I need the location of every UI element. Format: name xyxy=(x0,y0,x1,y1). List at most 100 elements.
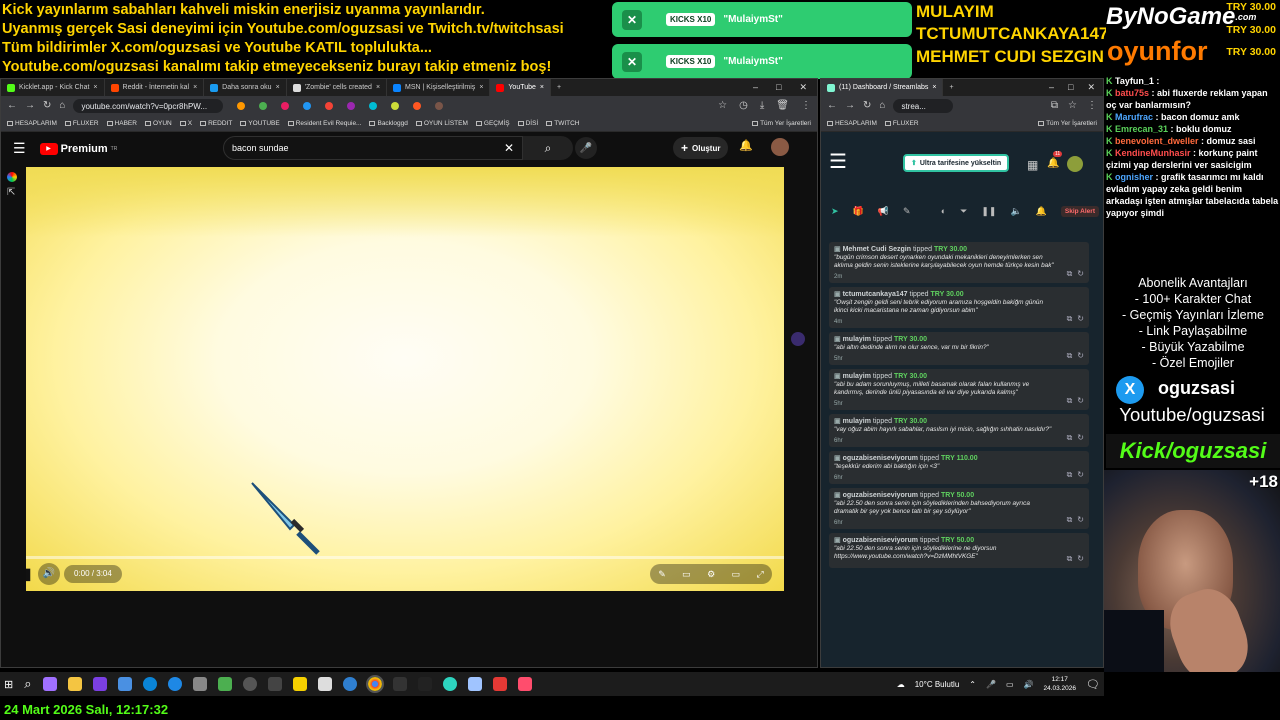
bookmark-fluxer[interactable]: FLUXER xyxy=(64,120,99,127)
onenote-icon[interactable] xyxy=(92,677,107,691)
mic-button[interactable]: 🎤 xyxy=(575,137,597,159)
reload-icon[interactable]: ↻ xyxy=(863,101,871,111)
bookmark-x[interactable]: X xyxy=(179,120,192,127)
replay-icon[interactable]: ↻ xyxy=(1077,396,1084,406)
clock[interactable]: 12:17 24.03.2026 xyxy=(1043,675,1076,693)
hamburger-icon[interactable]: ☰ xyxy=(13,140,26,157)
theater-icon[interactable]: ▭ xyxy=(732,569,741,580)
steam-icon[interactable] xyxy=(417,677,432,691)
replay-icon[interactable]: ↻ xyxy=(1077,470,1084,480)
pause-icon[interactable]: ❚❚ xyxy=(26,563,34,585)
fullscreen-icon[interactable]: ⤢ xyxy=(757,569,764,580)
tab-streamlabs[interactable]: (11) Dashboard / Streamlabs × xyxy=(821,79,944,96)
external-link-icon[interactable]: ⇱ xyxy=(7,187,15,198)
copy-icon[interactable]: ⧉ xyxy=(1067,515,1073,525)
search-button[interactable]: ⌕ xyxy=(523,136,573,160)
search-input[interactable]: bacon sundae ✕ xyxy=(223,136,523,160)
download-icon[interactable]: ⤓ xyxy=(760,101,764,111)
back-icon[interactable]: ← xyxy=(827,101,837,111)
extension-icon[interactable] xyxy=(303,102,312,110)
extensions-icon[interactable]: ⧉ xyxy=(1051,101,1058,111)
bell-icon[interactable]: 🔔 xyxy=(739,139,753,152)
replay-icon[interactable]: ↻ xyxy=(1077,351,1084,361)
progress-bar[interactable] xyxy=(26,556,784,559)
star-icon[interactable]: ☆ xyxy=(1068,101,1077,111)
copy-icon[interactable]: ⧉ xyxy=(1067,314,1073,324)
camera-icon[interactable] xyxy=(192,677,207,691)
avatar[interactable] xyxy=(1067,156,1083,172)
new-tab-button[interactable]: + xyxy=(943,79,959,96)
url-input[interactable]: strea... xyxy=(893,99,954,113)
app-icon[interactable] xyxy=(517,677,532,691)
copy-icon[interactable]: ⧉ xyxy=(1067,269,1073,279)
send-icon[interactable]: ➤ xyxy=(831,206,839,217)
volume-icon[interactable]: 🔈 xyxy=(1010,206,1021,217)
vivaldi-icon[interactable] xyxy=(492,677,507,691)
extension-icon[interactable] xyxy=(259,102,268,110)
extension-icon[interactable] xyxy=(237,102,246,110)
home-icon[interactable]: ⌂ xyxy=(879,101,885,111)
notification-center-icon[interactable]: 🗨 xyxy=(1086,678,1100,691)
replay-icon[interactable]: ↻ xyxy=(1077,269,1084,279)
copy-icon[interactable]: ⧉ xyxy=(1067,470,1073,480)
new-tab-button[interactable]: + xyxy=(551,79,567,96)
avatar[interactable] xyxy=(771,138,789,156)
maximize-icon[interactable]: □ xyxy=(776,82,781,93)
forward-icon[interactable]: → xyxy=(25,101,35,111)
tab-zombie[interactable]: 'Zombie' cells created × xyxy=(287,79,388,96)
app-icon[interactable] xyxy=(442,677,457,691)
minimize-icon[interactable]: – xyxy=(1049,82,1054,93)
chevron-up-icon[interactable]: ⌃ xyxy=(969,680,976,689)
bookmark-backloggd[interactable]: Backloggd xyxy=(369,120,408,127)
chrome-icon[interactable] xyxy=(365,675,384,693)
bookmark-disi[interactable]: DİSİ xyxy=(517,120,538,127)
edit-icon[interactable]: ✎ xyxy=(658,569,666,580)
mic-icon[interactable]: 🎤 xyxy=(986,680,996,689)
create-button[interactable]: + Oluştur xyxy=(673,137,729,159)
upgrade-button[interactable]: ⬆ Ultra tarifesine yükseltin xyxy=(903,154,1010,172)
windows-start-icon[interactable]: ⊞ xyxy=(4,678,13,691)
copy-icon[interactable]: ⧉ xyxy=(1067,396,1073,406)
app-icon[interactable] xyxy=(117,677,132,691)
extension-icon[interactable] xyxy=(369,102,378,110)
app-icon[interactable] xyxy=(392,677,407,691)
bookmark-reddit[interactable]: REDDIT xyxy=(200,120,232,127)
home-icon[interactable]: ⌂ xyxy=(59,101,65,111)
back-icon[interactable]: ← xyxy=(7,101,17,111)
bell-icon[interactable]: 🔔 xyxy=(1036,206,1047,217)
megaphone-icon[interactable]: 📢 xyxy=(878,206,889,217)
bookmark-oyun[interactable]: OYUN xyxy=(144,120,172,127)
youtube-logo[interactable]: ▶ Premium TR xyxy=(39,142,117,155)
file-explorer-icon[interactable] xyxy=(67,677,82,691)
replay-icon[interactable]: ↻ xyxy=(1077,554,1084,564)
bookmark-hesaplarim[interactable]: HESAPLARIM xyxy=(827,120,877,127)
extension-icon[interactable] xyxy=(325,102,334,110)
filter-icon[interactable]: ⏷ xyxy=(960,206,967,217)
notifications-icon[interactable]: 🔔 xyxy=(1047,158,1059,169)
reload-icon[interactable]: ↻ xyxy=(43,101,51,111)
history-icon[interactable]: ◷ xyxy=(739,101,748,111)
tab-reddit[interactable]: Reddit - İnternetin kal × xyxy=(105,79,205,96)
tab-kicklet[interactable]: Kicklet.app - Kick Chat × xyxy=(1,79,105,96)
copy-icon[interactable]: ⧉ xyxy=(1067,554,1073,564)
app-icon[interactable] xyxy=(467,677,482,691)
copy-icon[interactable]: ⧉ xyxy=(1067,351,1073,361)
forward-icon[interactable]: → xyxy=(845,101,855,111)
menu-icon[interactable]: ⋮ xyxy=(1087,101,1097,111)
star-icon[interactable]: ☆ xyxy=(718,101,727,111)
bookmark-haber[interactable]: HABER xyxy=(106,120,137,127)
skip-alert-button[interactable]: Skip Alert xyxy=(1060,205,1099,217)
minimize-icon[interactable]: – xyxy=(753,82,758,93)
app-icon[interactable] xyxy=(217,677,232,691)
menu-icon[interactable]: ⋮ xyxy=(801,101,811,111)
volume-icon[interactable]: 🔊 xyxy=(38,563,60,585)
extension-icon[interactable] xyxy=(435,102,444,110)
delete-icon[interactable]: 🗑 xyxy=(776,101,789,111)
subtitles-icon[interactable]: ▭ xyxy=(682,569,691,580)
edge-icon[interactable] xyxy=(142,677,157,691)
hamburger-icon[interactable]: ☰ xyxy=(829,152,847,172)
tab-msn[interactable]: MSN | Kişiselleştirilmiş × xyxy=(387,79,491,96)
replay-icon[interactable]: ↻ xyxy=(1077,433,1084,443)
bookmark-oyun-listem[interactable]: OYUN LİSTEM xyxy=(415,120,468,127)
bookmark-gecmis[interactable]: GEÇMİŞ xyxy=(475,120,510,127)
